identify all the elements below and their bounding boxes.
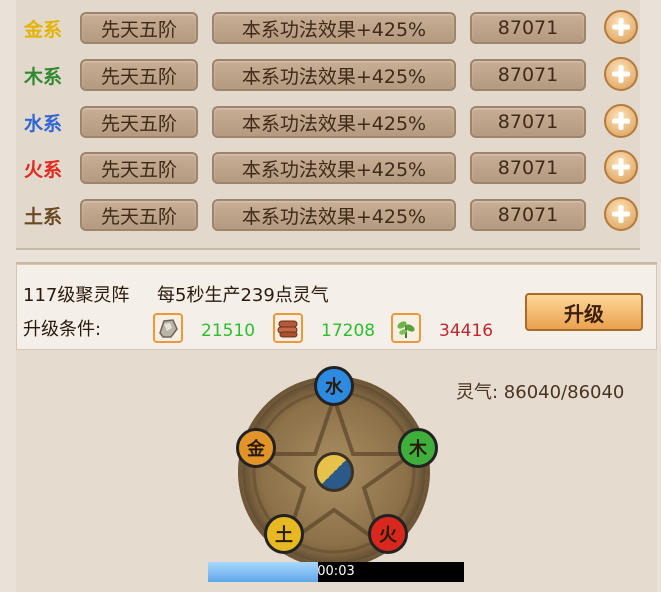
element-name: 水系 bbox=[24, 113, 63, 135]
element-row-fire: 火系 先天五阶 本系功法效果+425% 87071 bbox=[16, 148, 640, 188]
earth-orb[interactable]: 土 bbox=[264, 514, 304, 554]
element-level: 先天五阶 bbox=[80, 106, 198, 138]
element-level: 先天五阶 bbox=[80, 59, 198, 91]
element-name: 木系 bbox=[24, 66, 63, 88]
element-list-panel: 金系 先天五阶 本系功法效果+425% 87071 木系 先天五阶 本系功法效果… bbox=[16, 0, 640, 250]
stone-count: 21510 bbox=[201, 321, 256, 341]
element-value: 87071 bbox=[470, 59, 586, 91]
element-row-earth: 土系 先天五阶 本系功法效果+425% 87071 bbox=[16, 195, 640, 235]
upgrade-condition-label: 升级条件: bbox=[23, 319, 102, 340]
add-fire-button[interactable] bbox=[604, 150, 638, 184]
element-value: 87071 bbox=[470, 106, 586, 138]
fire-orb[interactable]: 火 bbox=[368, 514, 408, 554]
upgrade-button[interactable]: 升级 bbox=[525, 293, 643, 331]
herb-count: 34416 bbox=[439, 321, 494, 341]
taiji-center[interactable] bbox=[314, 452, 354, 492]
wood-orb[interactable]: 木 bbox=[398, 428, 438, 468]
element-name: 土系 bbox=[24, 206, 63, 228]
spirit-array-panel: 117级聚灵阵 每5秒生产239点灵气 升级条件: 21510 17208 34… bbox=[16, 262, 657, 592]
add-wood-button[interactable] bbox=[604, 57, 638, 91]
upgrade-info-box: 117级聚灵阵 每5秒生产239点灵气 升级条件: 21510 17208 34… bbox=[16, 264, 657, 350]
element-value: 87071 bbox=[470, 152, 586, 184]
add-water-button[interactable] bbox=[604, 104, 638, 138]
five-elements-wheel: 水 木 火 土 金 bbox=[222, 366, 442, 586]
element-effect: 本系功法效果+425% bbox=[212, 59, 456, 91]
progress-time: 00:03 bbox=[317, 564, 355, 579]
element-effect: 本系功法效果+425% bbox=[212, 106, 456, 138]
element-level: 先天五阶 bbox=[80, 12, 198, 44]
element-level: 先天五阶 bbox=[80, 152, 198, 184]
metal-orb[interactable]: 金 bbox=[236, 428, 276, 468]
qi-amount: 灵气: 86040/86040 bbox=[456, 382, 625, 403]
element-effect: 本系功法效果+425% bbox=[212, 199, 456, 231]
stone-ore-icon bbox=[153, 313, 183, 343]
element-effect: 本系功法效果+425% bbox=[212, 152, 456, 184]
wood-logs-icon bbox=[273, 313, 303, 343]
element-effect: 本系功法效果+425% bbox=[212, 12, 456, 44]
element-level: 先天五阶 bbox=[80, 199, 198, 231]
element-value: 87071 bbox=[470, 12, 586, 44]
array-level-title: 117级聚灵阵 bbox=[23, 285, 130, 306]
add-earth-button[interactable] bbox=[604, 197, 638, 231]
array-production-text: 每5秒生产239点灵气 bbox=[157, 285, 329, 306]
element-row-metal: 金系 先天五阶 本系功法效果+425% 87071 bbox=[16, 8, 640, 48]
wood-count: 17208 bbox=[321, 321, 376, 341]
video-progress-bar[interactable]: 00:03 bbox=[208, 562, 464, 582]
element-value: 87071 bbox=[470, 199, 586, 231]
element-name: 火系 bbox=[24, 159, 63, 181]
herb-plant-icon bbox=[391, 313, 421, 343]
water-orb[interactable]: 水 bbox=[314, 366, 354, 406]
element-name: 金系 bbox=[24, 19, 63, 41]
element-row-water: 水系 先天五阶 本系功法效果+425% 87071 bbox=[16, 102, 640, 142]
element-row-wood: 木系 先天五阶 本系功法效果+425% 87071 bbox=[16, 55, 640, 95]
add-metal-button[interactable] bbox=[604, 10, 638, 44]
